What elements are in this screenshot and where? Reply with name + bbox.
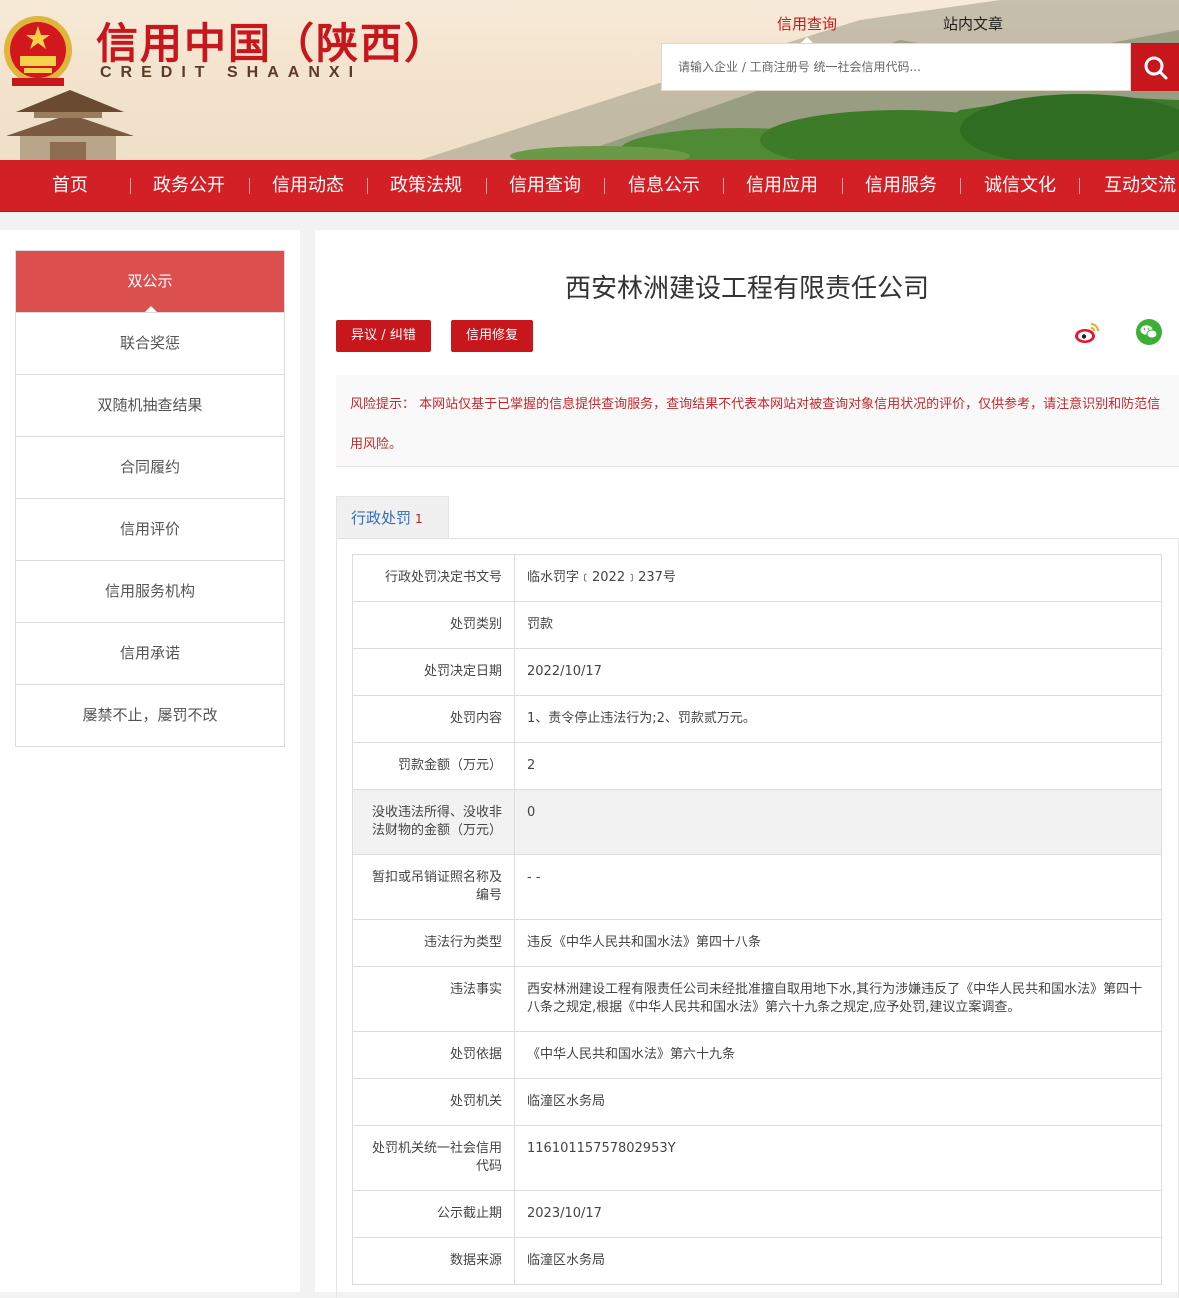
row-label: 行政处罚决定书文号: [352, 554, 515, 602]
table-row: 处罚机关统一社会信用代码 11610115757802953Y: [352, 1125, 1162, 1191]
objection-button[interactable]: 异议 / 纠错: [336, 320, 431, 352]
table-row: 处罚类别 罚款: [352, 601, 1162, 649]
row-label: 暂扣或吊销证照名称及编号: [352, 854, 515, 920]
row-label: 数据来源: [352, 1237, 515, 1285]
nav-item-integrity-culture[interactable]: 诚信文化: [984, 160, 1056, 211]
nav-separator: [486, 178, 487, 194]
sidebar-menu: 双公示 联合奖惩 双随机抽查结果 合同履约 信用评价 信用服务机构 信用承诺 屡…: [15, 250, 285, 747]
row-value: 临水罚字﹝2022﹞237号: [514, 554, 1162, 602]
table-row: 处罚依据 《中华人民共和国水法》第六十九条: [352, 1031, 1162, 1079]
row-value: 罚款: [514, 601, 1162, 649]
sidebar: 双公示 联合奖惩 双随机抽查结果 合同履约 信用评价 信用服务机构 信用承诺 屡…: [0, 230, 300, 1292]
table-row: 处罚决定日期 2022/10/17: [352, 648, 1162, 696]
search-tab-articles[interactable]: 站内文章: [943, 13, 1003, 34]
sidebar-item-credit-commitment[interactable]: 信用承诺: [16, 622, 284, 684]
row-value: 临潼区水务局: [514, 1078, 1162, 1126]
nav-item-public-info[interactable]: 信息公示: [628, 160, 700, 211]
search-icon: [1144, 56, 1168, 80]
nav-separator: [249, 178, 250, 194]
site-logo-title[interactable]: 信用中国（陕西）: [96, 10, 448, 71]
site-header: 信用中国（陕西） CREDIT SHAANXI 信用查询 站内文章: [0, 0, 1179, 160]
nav-item-gov-affairs[interactable]: 政务公开: [153, 160, 225, 211]
row-label: 处罚机关统一社会信用代码: [352, 1125, 515, 1191]
nav-separator: [960, 178, 961, 194]
table-row: 罚款金额（万元） 2: [352, 742, 1162, 790]
row-value: 2: [514, 742, 1162, 790]
search-button[interactable]: [1131, 43, 1179, 91]
site-logo-subtitle: CREDIT SHAANXI: [100, 64, 363, 81]
penalty-detail-table: 行政处罚决定书文号 临水罚字﹝2022﹞237号 处罚类别 罚款 处罚决定日期 …: [352, 554, 1162, 1285]
row-value: 《中华人民共和国水法》第六十九条: [514, 1031, 1162, 1079]
tab-label: 行政处罚: [351, 509, 412, 527]
row-label: 违法事实: [352, 966, 515, 1032]
nav-separator: [723, 178, 724, 194]
main-nav: 首页 政务公开 信用动态 政策法规 信用查询 信息公示 信用应用 信用服务 诚信…: [0, 160, 1179, 212]
nav-item-credit-services[interactable]: 信用服务: [865, 160, 937, 211]
nav-item-policies[interactable]: 政策法规: [390, 160, 462, 211]
row-value: 2022/10/17: [514, 648, 1162, 696]
sidebar-item-repeat-offenders[interactable]: 屡禁不止，屡罚不改: [16, 684, 284, 746]
main-content: 西安林洲建设工程有限责任公司 异议 / 纠错 信用修复 风险提示： 本网站仅基于…: [315, 230, 1179, 1298]
table-row: 行政处罚决定书文号 临水罚字﹝2022﹞237号: [352, 554, 1162, 602]
credit-repair-button[interactable]: 信用修复: [451, 320, 533, 352]
risk-notice-label: 风险提示：: [350, 397, 416, 412]
nav-item-home[interactable]: 首页: [52, 160, 88, 211]
table-row: 数据来源 临潼区水务局: [352, 1237, 1162, 1285]
row-value: 0: [514, 789, 1162, 855]
row-label: 没收违法所得、没收非法财物的金额（万元）: [352, 789, 515, 855]
sidebar-item-service-agencies[interactable]: 信用服务机构: [16, 560, 284, 622]
nav-separator: [367, 178, 368, 194]
table-row: 违法行为类型 违反《中华人民共和国水法》第四十八条: [352, 919, 1162, 967]
national-emblem-icon: [4, 16, 72, 86]
table-row: 处罚机关 临潼区水务局: [352, 1078, 1162, 1126]
table-row: 没收违法所得、没收非法财物的金额（万元） 0: [352, 789, 1162, 855]
row-value: 违反《中华人民共和国水法》第四十八条: [514, 919, 1162, 967]
sidebar-item-random-inspection[interactable]: 双随机抽查结果: [16, 374, 284, 436]
row-label: 公示截止期: [352, 1190, 515, 1238]
row-label: 处罚类别: [352, 601, 515, 649]
row-label: 处罚机关: [352, 1078, 515, 1126]
row-value: 临潼区水务局: [514, 1237, 1162, 1285]
row-label: 处罚决定日期: [352, 648, 515, 696]
sidebar-item-double-publicity[interactable]: 双公示: [16, 251, 284, 313]
row-value: 西安林洲建设工程有限责任公司未经批准擅自取用地下水,其行为涉嫌违反了《中华人民共…: [514, 966, 1162, 1032]
row-label: 处罚内容: [352, 695, 515, 743]
nav-separator: [1079, 178, 1080, 194]
search-box: [661, 43, 1131, 91]
nav-item-credit-apps[interactable]: 信用应用: [746, 160, 818, 211]
nav-item-credit-news[interactable]: 信用动态: [272, 160, 344, 211]
sidebar-item-contract[interactable]: 合同履约: [16, 436, 284, 498]
row-label: 违法行为类型: [352, 919, 515, 967]
table-row: 公示截止期 2023/10/17: [352, 1190, 1162, 1238]
table-row: 暂扣或吊销证照名称及编号 - -: [352, 854, 1162, 920]
search-input[interactable]: [662, 44, 1118, 90]
table-row: 处罚内容 1、责令停止违法行为;2、罚款贰万元。: [352, 695, 1162, 743]
pagoda-illustration: [6, 90, 134, 160]
nav-item-credit-query[interactable]: 信用查询: [509, 160, 581, 211]
sidebar-item-credit-rating[interactable]: 信用评价: [16, 498, 284, 560]
sidebar-item-joint-rewards[interactable]: 联合奖惩: [16, 312, 284, 374]
company-title: 西安林洲建设工程有限责任公司: [564, 274, 929, 304]
row-value: 1、责令停止违法行为;2、罚款贰万元。: [514, 695, 1162, 743]
nav-separator: [842, 178, 843, 194]
tab-admin-penalty[interactable]: 行政处罚 1: [336, 496, 449, 538]
tab-bar: 行政处罚 1: [336, 496, 1179, 539]
tab-count-badge: 1: [415, 512, 423, 526]
row-label: 罚款金额（万元）: [352, 742, 515, 790]
row-value: 2023/10/17: [514, 1190, 1162, 1238]
risk-notice-text: 本网站仅基于已掌握的信息提供查询服务，查询结果不代表本网站对被查询对象信用状况的…: [350, 397, 1161, 452]
risk-notice: 风险提示： 本网站仅基于已掌握的信息提供查询服务，查询结果不代表本网站对被查询对…: [336, 375, 1179, 467]
row-label: 处罚依据: [352, 1031, 515, 1079]
table-row: 违法事实 西安林洲建设工程有限责任公司未经批准擅自取用地下水,其行为涉嫌违反了《…: [352, 966, 1162, 1032]
nav-separator: [604, 178, 605, 194]
nav-item-interaction[interactable]: 互动交流: [1104, 160, 1176, 211]
wechat-icon[interactable]: [1135, 318, 1163, 346]
weibo-icon[interactable]: [1073, 318, 1101, 346]
row-value: - -: [514, 854, 1162, 920]
row-value: 11610115757802953Y: [514, 1125, 1162, 1191]
search-tab-credit[interactable]: 信用查询: [777, 13, 837, 43]
nav-separator: [130, 178, 131, 194]
